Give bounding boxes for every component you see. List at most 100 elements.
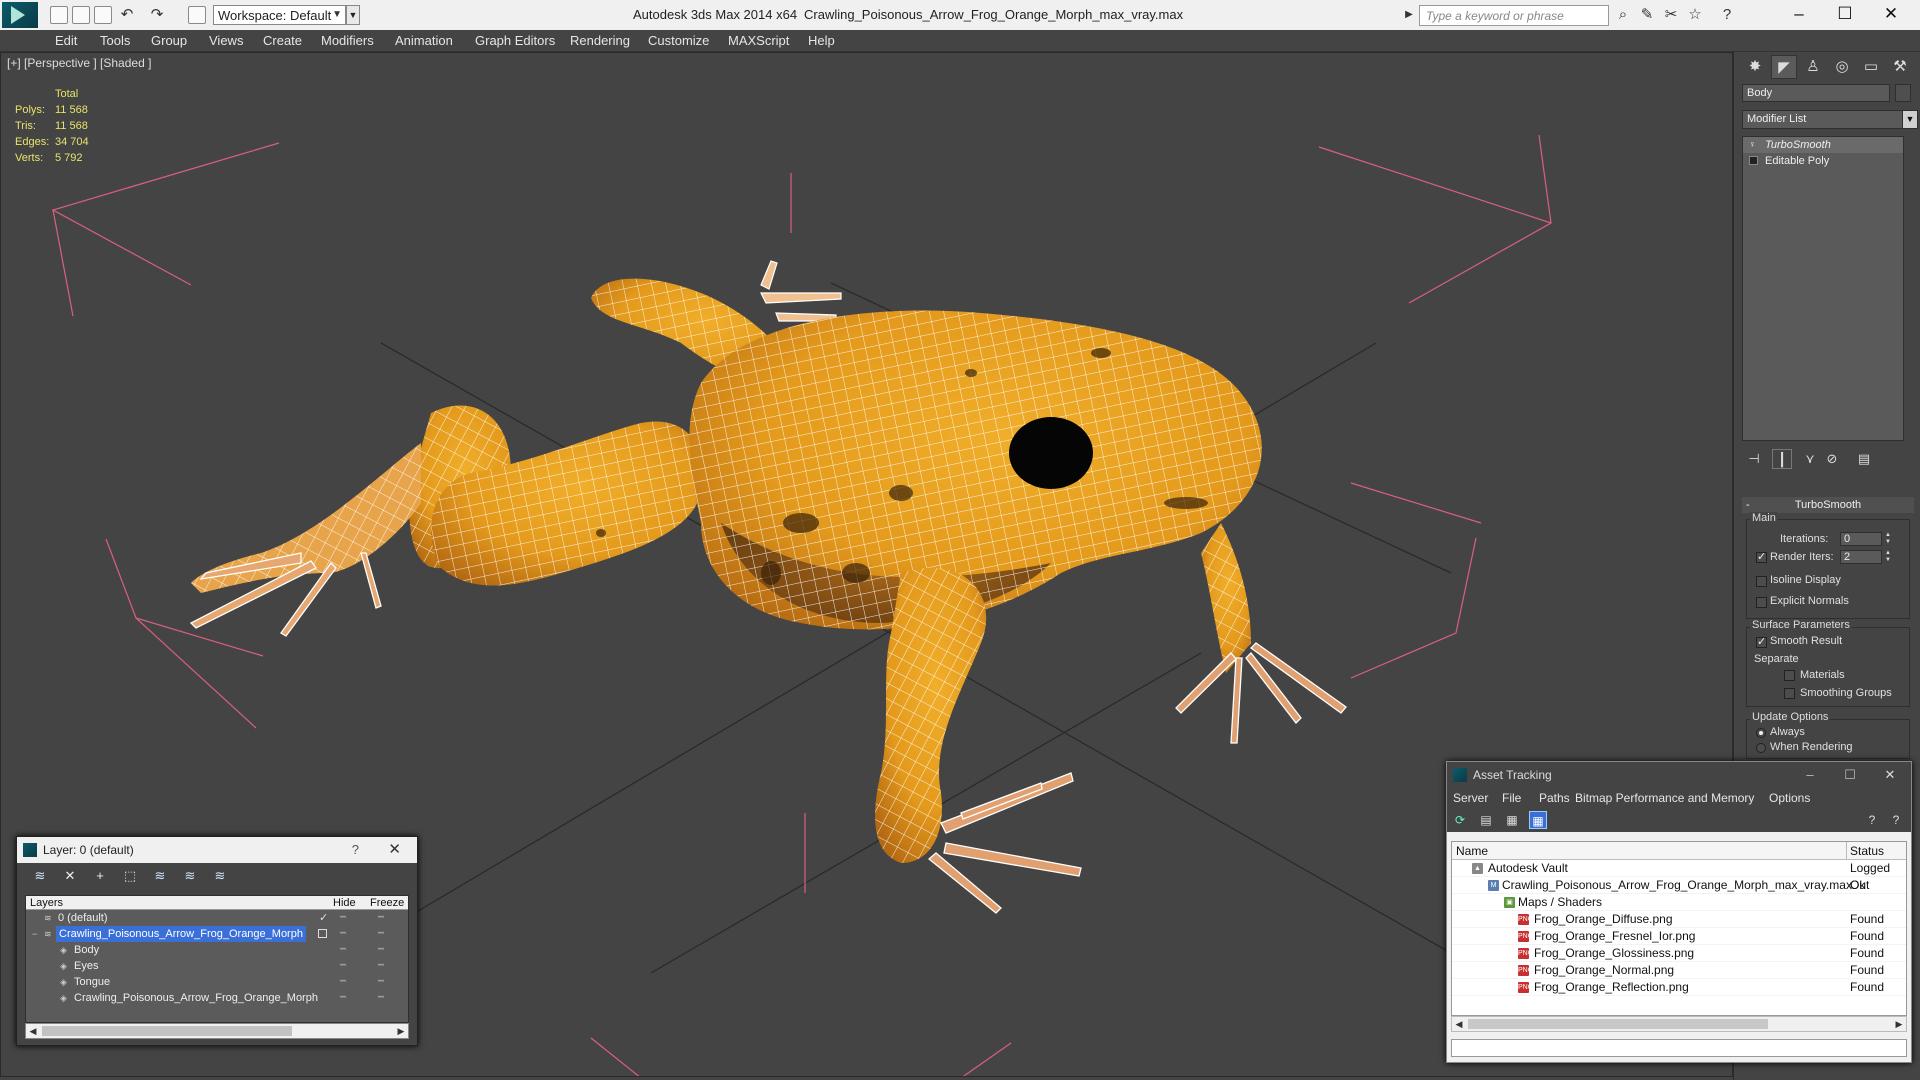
stack-item-editable-poly[interactable]: Editable Poly — [1743, 153, 1903, 169]
asset-row[interactable]: PNG Frog_Orange_Fresnel_Ior.png Found — [1452, 928, 1906, 945]
new-file-icon[interactable] — [50, 6, 68, 24]
freeze-toggle[interactable]: ━ — [378, 958, 384, 974]
layer-row[interactable]: ◈ Body ━ ━ — [26, 942, 408, 958]
set-current-layer-icon[interactable] — [318, 929, 327, 938]
favorites-star-icon[interactable]: ☆ — [1686, 6, 1704, 24]
iterations-spinner[interactable]: 0 — [1840, 532, 1882, 546]
stack-item-turbosmooth[interactable]: ♀ TurboSmooth — [1743, 137, 1903, 153]
menu-file[interactable]: File — [1502, 791, 1521, 805]
menu-views[interactable]: Views — [209, 33, 243, 48]
layer-row[interactable]: − ≋ Crawling_Poisonous_Arrow_Frog_Orange… — [26, 926, 408, 942]
asset-row[interactable]: PNG Frog_Orange_Glossiness.png Found — [1452, 945, 1906, 962]
asset-row[interactable]: PNG Frog_Orange_Reflection.png Found — [1452, 979, 1906, 996]
layer-row[interactable]: ◈ Eyes ━ ━ — [26, 958, 408, 974]
scrollbar-thumb[interactable] — [1468, 1019, 1768, 1029]
help-icon[interactable]: ? — [1718, 6, 1736, 24]
hide-all-layers-icon[interactable]: ≋ — [181, 867, 199, 885]
freeze-toggle[interactable]: ━ — [378, 926, 384, 942]
search-input[interactable]: Type a keyword or phrase — [1419, 5, 1609, 26]
hide-toggle[interactable]: ━ — [340, 910, 346, 926]
close-icon[interactable]: ✕ — [388, 837, 401, 863]
table-view-icon[interactable]: ▦ — [1529, 811, 1547, 829]
menu-server[interactable]: Server — [1453, 791, 1488, 805]
scroll-right-icon[interactable]: ▶ — [1892, 1017, 1906, 1031]
asset-row[interactable]: PNG Frog_Orange_Normal.png Found — [1452, 962, 1906, 979]
freeze-toggle[interactable]: ━ — [378, 990, 384, 1006]
smooth-result-checkbox[interactable] — [1756, 635, 1767, 648]
lightbulb-icon[interactable]: ♀ — [1749, 140, 1758, 149]
separate-materials-checkbox[interactable] — [1784, 670, 1795, 681]
rollout-header[interactable]: - TurboSmooth — [1742, 497, 1914, 513]
freeze-toggle[interactable]: ━ — [378, 910, 384, 926]
asset-row[interactable]: ▣ Maps / Shaders — [1452, 894, 1906, 911]
freeze-all-layers-icon[interactable]: ≋ — [211, 867, 229, 885]
spinner-arrows-icon[interactable]: ▲ ▼ — [1884, 550, 1892, 564]
status-column-header[interactable]: Status — [1850, 844, 1884, 858]
menu-customize[interactable]: Customize — [648, 33, 709, 48]
explicit-normals-checkbox[interactable] — [1756, 597, 1767, 608]
close-button[interactable]: ✕ — [1868, 0, 1914, 30]
active-layer-check-icon[interactable]: ✓ — [319, 910, 328, 926]
app-logo-icon[interactable] — [2, 2, 38, 28]
project-folder-icon[interactable] — [188, 6, 206, 24]
name-column-header[interactable]: Name — [1456, 844, 1488, 858]
redo-icon[interactable]: ↷ — [148, 6, 166, 24]
scroll-right-icon[interactable]: ▶ — [394, 1024, 408, 1038]
layer-row[interactable]: ≋ 0 (default) ✓ ━ ━ — [26, 910, 408, 926]
configure-sets-icon[interactable]: ▤ — [1854, 449, 1874, 469]
delete-layer-icon[interactable]: ✕ — [61, 867, 79, 885]
help-icon[interactable]: ? — [352, 837, 359, 863]
menu-options[interactable]: Options — [1769, 791, 1810, 805]
help-icon[interactable]: ? — [1863, 811, 1881, 829]
menu-paths[interactable]: Paths — [1539, 791, 1570, 805]
asset-row[interactable]: M Crawling_Poisonous_Arrow_Frog_Orange_M… — [1452, 877, 1906, 894]
tree-view-icon[interactable]: ▦ — [1503, 811, 1521, 829]
isoline-display-checkbox[interactable] — [1756, 576, 1767, 587]
subscription-icon[interactable]: ✎ — [1638, 6, 1656, 24]
maximize-button[interactable]: ☐ — [1835, 762, 1865, 788]
menu-maxscript[interactable]: MAXScript — [728, 33, 789, 48]
horizontal-scrollbar[interactable]: ◀ ▶ — [1451, 1016, 1907, 1032]
spinner-arrows-icon[interactable]: ▲ ▼ — [1884, 532, 1892, 546]
hide-toggle[interactable]: ━ — [340, 942, 346, 958]
pin-stack-icon[interactable]: ⊣ — [1744, 449, 1764, 469]
collapse-icon[interactable]: - — [1746, 497, 1750, 513]
highlight-layer-icon[interactable]: ≋ — [151, 867, 169, 885]
hide-column-header[interactable]: Hide — [333, 896, 356, 910]
scroll-left-icon[interactable]: ◀ — [1452, 1017, 1466, 1031]
hierarchy-tab-icon[interactable]: ♙ — [1800, 55, 1826, 79]
scrollbar-thumb[interactable] — [42, 1026, 292, 1036]
save-file-icon[interactable] — [94, 6, 112, 24]
menu-animation[interactable]: Animation — [395, 33, 453, 48]
update-when-rendering-radio[interactable] — [1756, 743, 1766, 753]
maximize-button[interactable]: ☐ — [1822, 0, 1868, 30]
workspace-dropdown[interactable]: Workspace: Default ▼ — [213, 5, 346, 25]
layer-window-titlebar[interactable]: Layer: 0 (default) ? ✕ — [17, 837, 417, 863]
minimize-button[interactable]: – — [1776, 0, 1822, 30]
menu-help[interactable]: Help — [808, 33, 835, 48]
layers-column-header[interactable]: Layers — [30, 896, 63, 910]
menu-graph-editors[interactable]: Graph Editors — [475, 33, 555, 48]
menu-edit[interactable]: Edit — [55, 33, 77, 48]
asset-path-field[interactable] — [1451, 1039, 1907, 1057]
freeze-column-header[interactable]: Freeze — [370, 896, 404, 910]
hide-toggle[interactable]: ━ — [340, 926, 346, 942]
open-file-icon[interactable] — [72, 6, 90, 24]
menu-bitmap-performance[interactable]: Bitmap Performance and Memory — [1575, 791, 1754, 805]
horizontal-scrollbar[interactable]: ◀ ▶ — [25, 1023, 409, 1039]
scroll-left-icon[interactable]: ◀ — [26, 1024, 40, 1038]
asset-row[interactable]: PNG Frog_Orange_Diffuse.png Found — [1452, 911, 1906, 928]
remove-modifier-icon[interactable]: ⊘ — [1822, 449, 1842, 469]
viewport-label[interactable]: [+] [Perspective ] [Shaded ] — [7, 56, 151, 70]
separate-smoothing-groups-checkbox[interactable] — [1784, 688, 1795, 699]
layer-row[interactable]: ◈ Crawling_Poisonous_Arrow_Frog_Orange_M… — [26, 990, 408, 1006]
freeze-toggle[interactable]: ━ — [378, 974, 384, 990]
layer-row[interactable]: ◈ Tongue ━ ━ — [26, 974, 408, 990]
object-name-field[interactable]: Body — [1742, 84, 1890, 102]
modifier-list-dropdown[interactable]: Modifier List ▼ — [1742, 110, 1918, 129]
expand-minus-icon[interactable]: − — [32, 929, 41, 939]
menu-group[interactable]: Group — [151, 33, 187, 48]
render-iters-spinner[interactable]: 2 — [1840, 550, 1882, 564]
binoculars-icon[interactable]: ⌕ — [1614, 6, 1632, 24]
column-divider[interactable] — [1846, 842, 1847, 860]
